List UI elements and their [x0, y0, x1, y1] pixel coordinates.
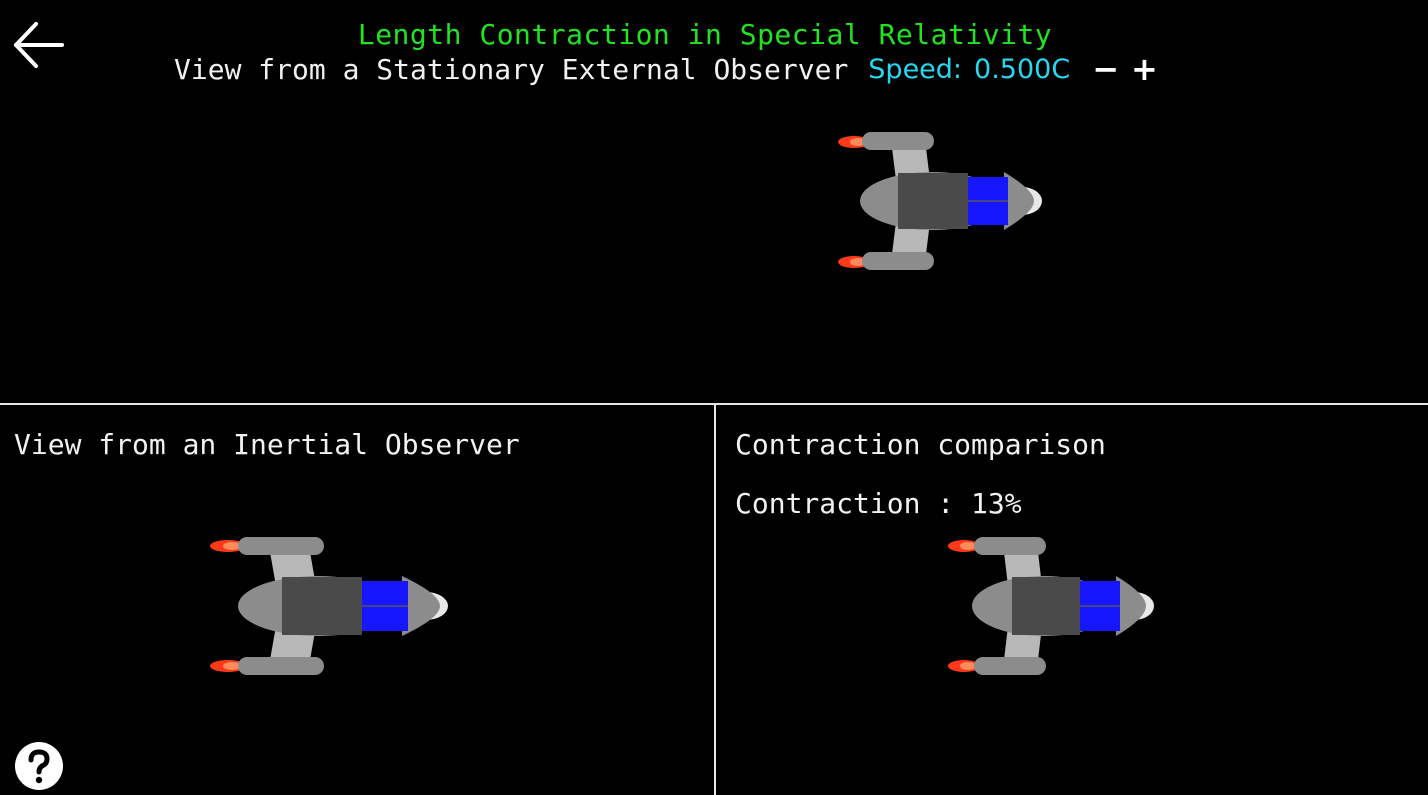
- view-subtitle: View from a Stationary External Observer: [174, 52, 849, 86]
- contraction-readout: Contraction : 13%: [735, 487, 1022, 520]
- spaceship-inertial-view: [210, 537, 448, 675]
- vertical-divider: [714, 405, 716, 795]
- comparison-panel-title: Contraction comparison: [735, 428, 1106, 461]
- page-title: Length Contraction in Special Relativity: [357, 18, 1053, 51]
- spaceship-comparison-view: [948, 537, 1154, 675]
- help-question-icon: [15, 742, 63, 790]
- speed-decrease-button[interactable]: −: [1092, 53, 1119, 85]
- spaceship-external-view: [838, 132, 1042, 270]
- speed-increase-button[interactable]: +: [1131, 53, 1158, 85]
- speed-value: 0.500C: [974, 53, 1071, 85]
- help-button[interactable]: [14, 741, 64, 791]
- subtitle-row: View from a Stationary External Observer…: [174, 52, 1158, 86]
- inertial-panel-title: View from an Inertial Observer: [14, 428, 520, 461]
- speed-label: Speed:: [868, 53, 963, 85]
